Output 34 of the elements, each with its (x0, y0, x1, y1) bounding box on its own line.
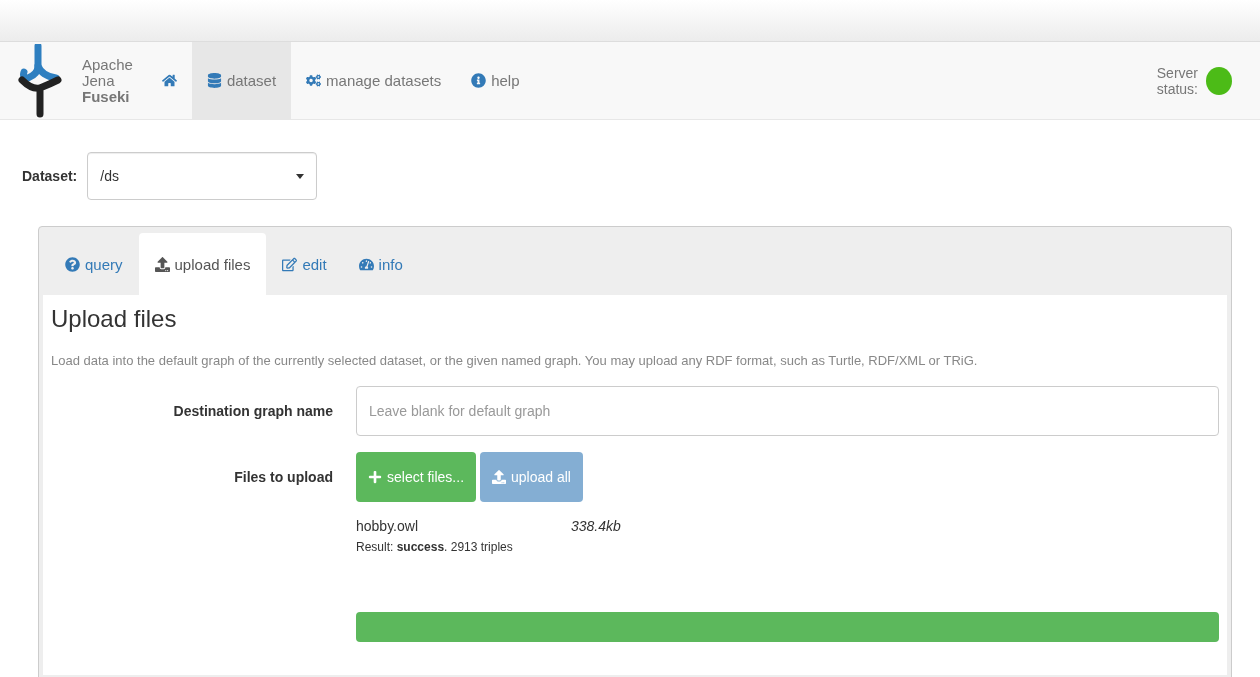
tab[interactable]: edit (266, 233, 343, 295)
description: Load data into the default graph of the currently selected dataset, or the given named graph. You may upload any RDF format, such as Turtle, RDF/XML or TRiG. (51, 353, 979, 368)
section-title: Upload files (51, 305, 178, 333)
input-field[interactable]: Leave blank for default graph (356, 386, 1219, 436)
tab[interactable]: info (342, 233, 419, 295)
nav-link[interactable]: help (456, 42, 535, 119)
nav-link[interactable]: dataset (191, 42, 292, 119)
plus-icon (368, 470, 382, 484)
brand-text: Apache (82, 56, 133, 73)
dashboard-icon (358, 256, 374, 272)
upload-icon (154, 256, 170, 272)
upload-icon (492, 470, 507, 484)
brand-text: Fuseki (82, 88, 131, 105)
brand-text: Jena (82, 72, 115, 89)
tab[interactable]: upload files (138, 233, 267, 295)
field-label: Files to upload (233, 469, 333, 485)
caret-icon (296, 173, 305, 179)
tab[interactable]: query (49, 233, 139, 295)
dataset-label: Dataset: (22, 168, 78, 184)
dataset-select[interactable]: /ds (87, 152, 318, 200)
file-size: 338.4kb (571, 518, 621, 534)
upload-result: Result: success. 2913 triples (356, 540, 514, 554)
edit-icon (282, 256, 298, 272)
info-icon (471, 73, 487, 88)
question-icon (65, 256, 80, 272)
field-label: Destination graph name (172, 403, 333, 419)
logo-icon (18, 43, 64, 118)
home-icon (161, 73, 177, 88)
select-files-button[interactable]: select files... (356, 452, 477, 502)
gears-icon (306, 73, 322, 88)
database-icon (206, 73, 222, 88)
file-name: hobby.owl (356, 518, 419, 534)
nav-link[interactable]: manage datasets (291, 42, 457, 119)
server-status-label: Server status: (1156, 64, 1198, 97)
